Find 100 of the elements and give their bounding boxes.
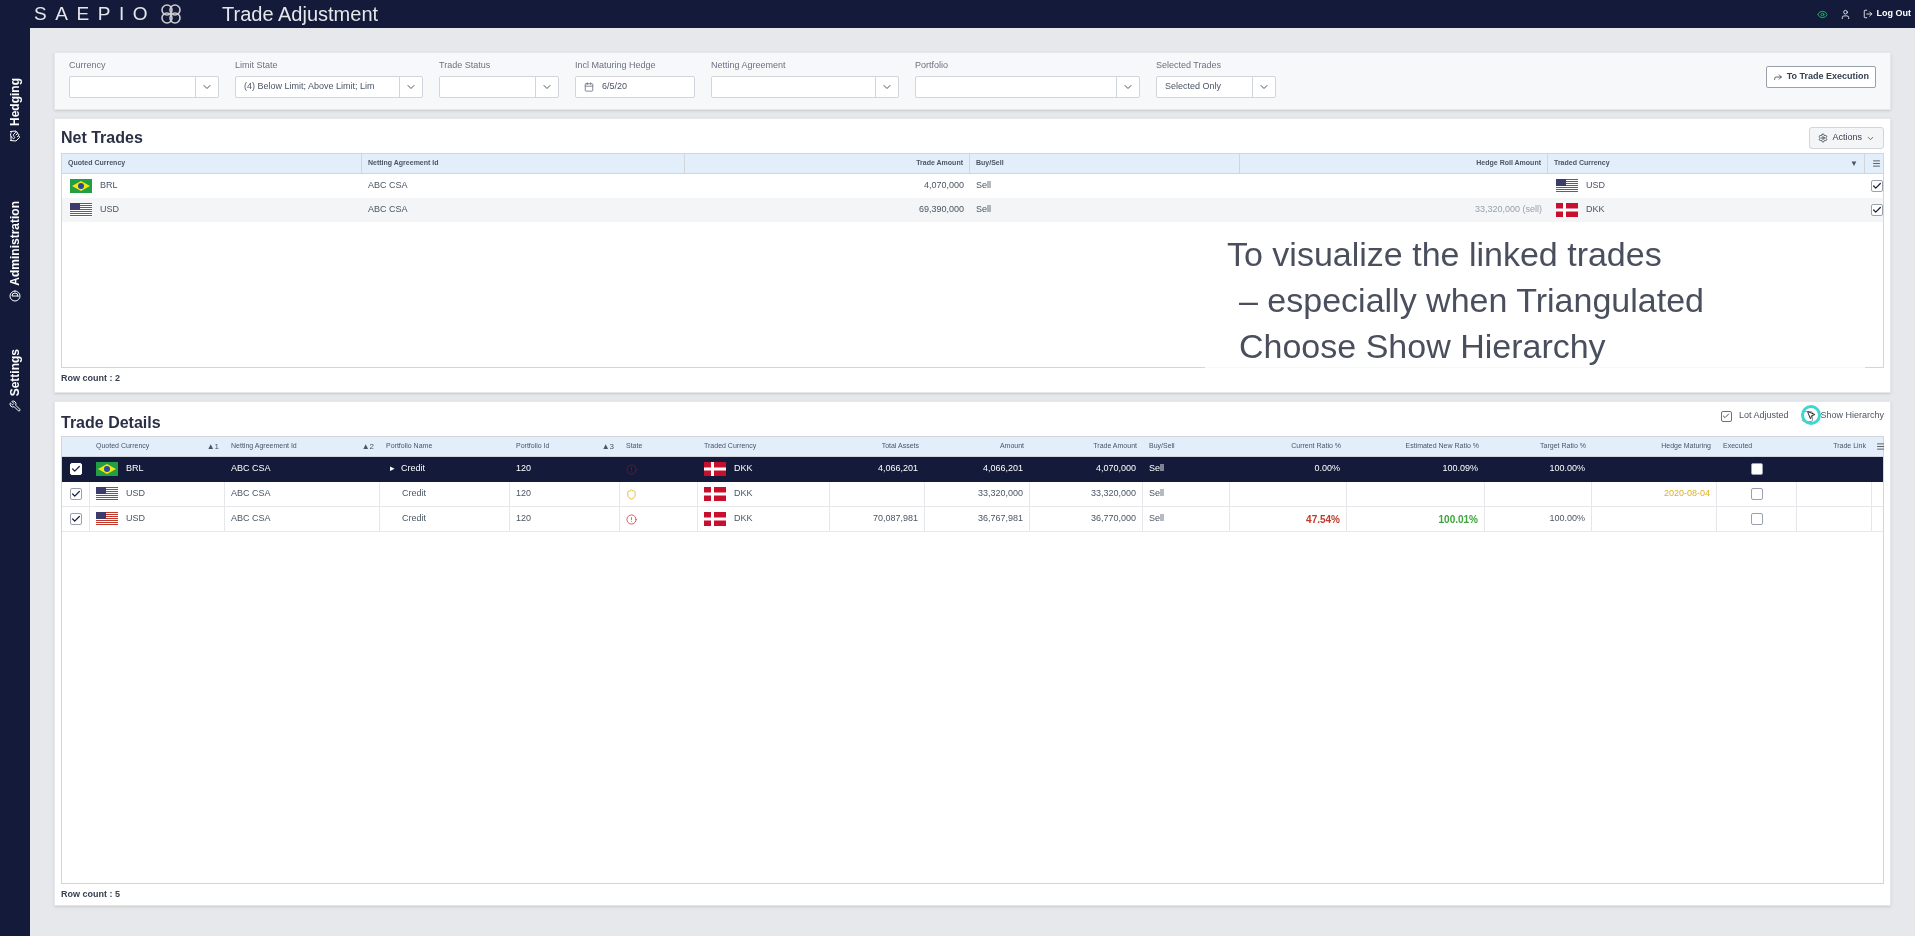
table-cell: 4,070,000 bbox=[1095, 462, 1136, 476]
filter-label: Netting Agreement bbox=[711, 59, 787, 72]
sort-indicator: ▲2 bbox=[361, 440, 374, 453]
check-icon bbox=[70, 489, 81, 499]
sort-indicator: ▲3 bbox=[601, 440, 614, 453]
page-title: Trade Adjustment bbox=[222, 2, 379, 27]
denmark-flag-icon bbox=[1556, 203, 1578, 217]
user-icon[interactable] bbox=[1839, 8, 1851, 20]
filter-label: Incl Maturing Hedge bbox=[575, 59, 657, 72]
filter-label: Selected Trades bbox=[1156, 59, 1223, 72]
brazil-flag-icon bbox=[70, 179, 92, 193]
section-title: Net Trades bbox=[61, 128, 143, 148]
caption-text: To visualize the linked trades bbox=[1227, 234, 1662, 275]
eye-icon[interactable] bbox=[1816, 8, 1828, 20]
table-cell: 33,320,000 bbox=[1090, 487, 1136, 501]
logout-icon bbox=[1862, 9, 1873, 19]
table-cell: 69,390,000 bbox=[918, 203, 964, 217]
denmark-flag-icon bbox=[704, 487, 726, 501]
brazil-flag-icon bbox=[96, 462, 118, 476]
select-field[interactable] bbox=[69, 75, 219, 98]
caption-text: – especially when Triangulated bbox=[1238, 280, 1704, 321]
half-circle-icon bbox=[9, 290, 21, 302]
table-cell: 100.09% bbox=[1442, 462, 1478, 476]
sort-indicator: ▲1 bbox=[206, 440, 219, 453]
table-cell: DKK bbox=[734, 487, 753, 501]
check-icon bbox=[1871, 181, 1882, 191]
us-flag-icon bbox=[70, 203, 92, 217]
us-flag-icon bbox=[96, 487, 118, 501]
table-row[interactable]: BRL ABC CSA ▸ Credit 120 DKK 4,066,201 4,066,201 4,070,000 Sell 0.00% 100.09% 100.00% bbox=[62, 457, 1883, 482]
select-field[interactable]: Selected Only bbox=[1156, 75, 1276, 98]
table-cell: 120 bbox=[516, 512, 532, 526]
table-cell: Sell bbox=[976, 179, 991, 193]
table-cell: 33,320,000 bbox=[977, 487, 1023, 501]
cursor-highlight-icon bbox=[1801, 405, 1821, 426]
handshake-icon bbox=[9, 130, 21, 142]
row-checkbox[interactable] bbox=[1870, 204, 1883, 216]
table-row[interactable]: USD ABC CSA Credit 120 DKK 33,320,000 33,320,000 Sell 2020-08-04 bbox=[62, 482, 1883, 507]
table-cell: Credit bbox=[401, 462, 425, 476]
table-cell: 4,070,000 bbox=[923, 179, 964, 193]
knot-logo-icon bbox=[160, 3, 183, 25]
table-cell: 0.00% bbox=[1314, 462, 1340, 476]
filter-label: Trade Status bbox=[439, 59, 492, 72]
table-cell: Sell bbox=[976, 203, 991, 217]
table-cell: DKK bbox=[1586, 203, 1605, 217]
table-cell: ABC CSA bbox=[368, 179, 408, 193]
row-checkbox[interactable] bbox=[1870, 180, 1883, 192]
filter-label: Limit State bbox=[235, 59, 279, 72]
table-cell: USD bbox=[100, 203, 119, 217]
menu-icon[interactable] bbox=[1872, 159, 1881, 168]
section-title: Trade Details bbox=[61, 413, 161, 433]
table-cell: 36,770,000 bbox=[1090, 512, 1136, 526]
calendar-icon bbox=[584, 81, 594, 92]
menu-icon[interactable] bbox=[1875, 442, 1885, 451]
table-cell: Sell bbox=[1149, 487, 1164, 501]
logo-text: SAEPIO bbox=[34, 1, 157, 26]
executed-checkbox[interactable] bbox=[1750, 488, 1763, 500]
table-cell-text: 100.01% bbox=[1438, 512, 1478, 527]
sidebar-item[interactable]: Administration bbox=[6, 162, 24, 302]
select-field[interactable]: (4) Below Limit; Above Limit; Lim bbox=[235, 75, 423, 98]
caption-text: Choose Show Hierarchy bbox=[1238, 326, 1606, 367]
check-icon bbox=[70, 514, 81, 524]
row-count: Row count : 2 bbox=[61, 372, 121, 385]
expand-caret[interactable]: ▸ bbox=[390, 462, 395, 476]
table-cell: 2020-08-04 bbox=[1663, 487, 1710, 501]
table-cell: BRL bbox=[100, 179, 118, 193]
denmark-flag-icon bbox=[704, 512, 726, 526]
table-cell: Sell bbox=[1149, 512, 1164, 526]
sidebar-item[interactable]: Hedging bbox=[6, 52, 24, 142]
filter-label: Portfolio bbox=[915, 59, 950, 72]
row-checkbox[interactable] bbox=[69, 488, 82, 500]
table-cell: USD bbox=[126, 487, 145, 501]
select-field[interactable] bbox=[915, 75, 1140, 98]
table-cell: USD bbox=[1586, 179, 1605, 193]
table-cell: Credit bbox=[402, 487, 426, 501]
sidebar-item[interactable]: Settings bbox=[6, 322, 24, 412]
table-cell: 4,066,201 bbox=[982, 462, 1023, 476]
us-flag-icon bbox=[96, 512, 118, 526]
logout-link[interactable]: Log Out bbox=[1862, 7, 1911, 21]
select-field[interactable] bbox=[711, 75, 899, 98]
date-field[interactable]: 6/5/20 bbox=[575, 75, 695, 98]
table-cell: 33,320,000 (sell) bbox=[1474, 203, 1542, 217]
select-field[interactable] bbox=[439, 75, 559, 98]
table-cell: 70,087,981 bbox=[872, 512, 918, 526]
table-cell: ABC CSA bbox=[231, 462, 271, 476]
check-icon bbox=[1722, 412, 1731, 420]
executed-checkbox[interactable] bbox=[1750, 463, 1763, 475]
table-cell: ABC CSA bbox=[231, 487, 271, 501]
table-cell: 4,066,201 bbox=[877, 462, 918, 476]
table-row[interactable]: USD ABC CSA Credit 120 DKK 70,087,981 36,767,981 36,770,000 Sell 47.54% 100.01% 100.00% bbox=[62, 507, 1883, 532]
option-checkbox[interactable]: Lot Adjusted bbox=[1720, 409, 1789, 423]
table-cell: 100.00% bbox=[1549, 512, 1585, 526]
table-cell: 120 bbox=[516, 462, 532, 476]
table-cell: ABC CSA bbox=[368, 203, 408, 217]
executed-checkbox[interactable] bbox=[1750, 513, 1763, 525]
table-cell: BRL bbox=[126, 462, 144, 476]
row-checkbox[interactable] bbox=[69, 513, 82, 525]
actions-button[interactable]: Actions bbox=[1809, 127, 1884, 149]
to-trade-execution-button[interactable]: To Trade Execution bbox=[1765, 66, 1876, 88]
table-cell: Credit bbox=[402, 512, 426, 526]
table-cell: 120 bbox=[516, 487, 532, 501]
